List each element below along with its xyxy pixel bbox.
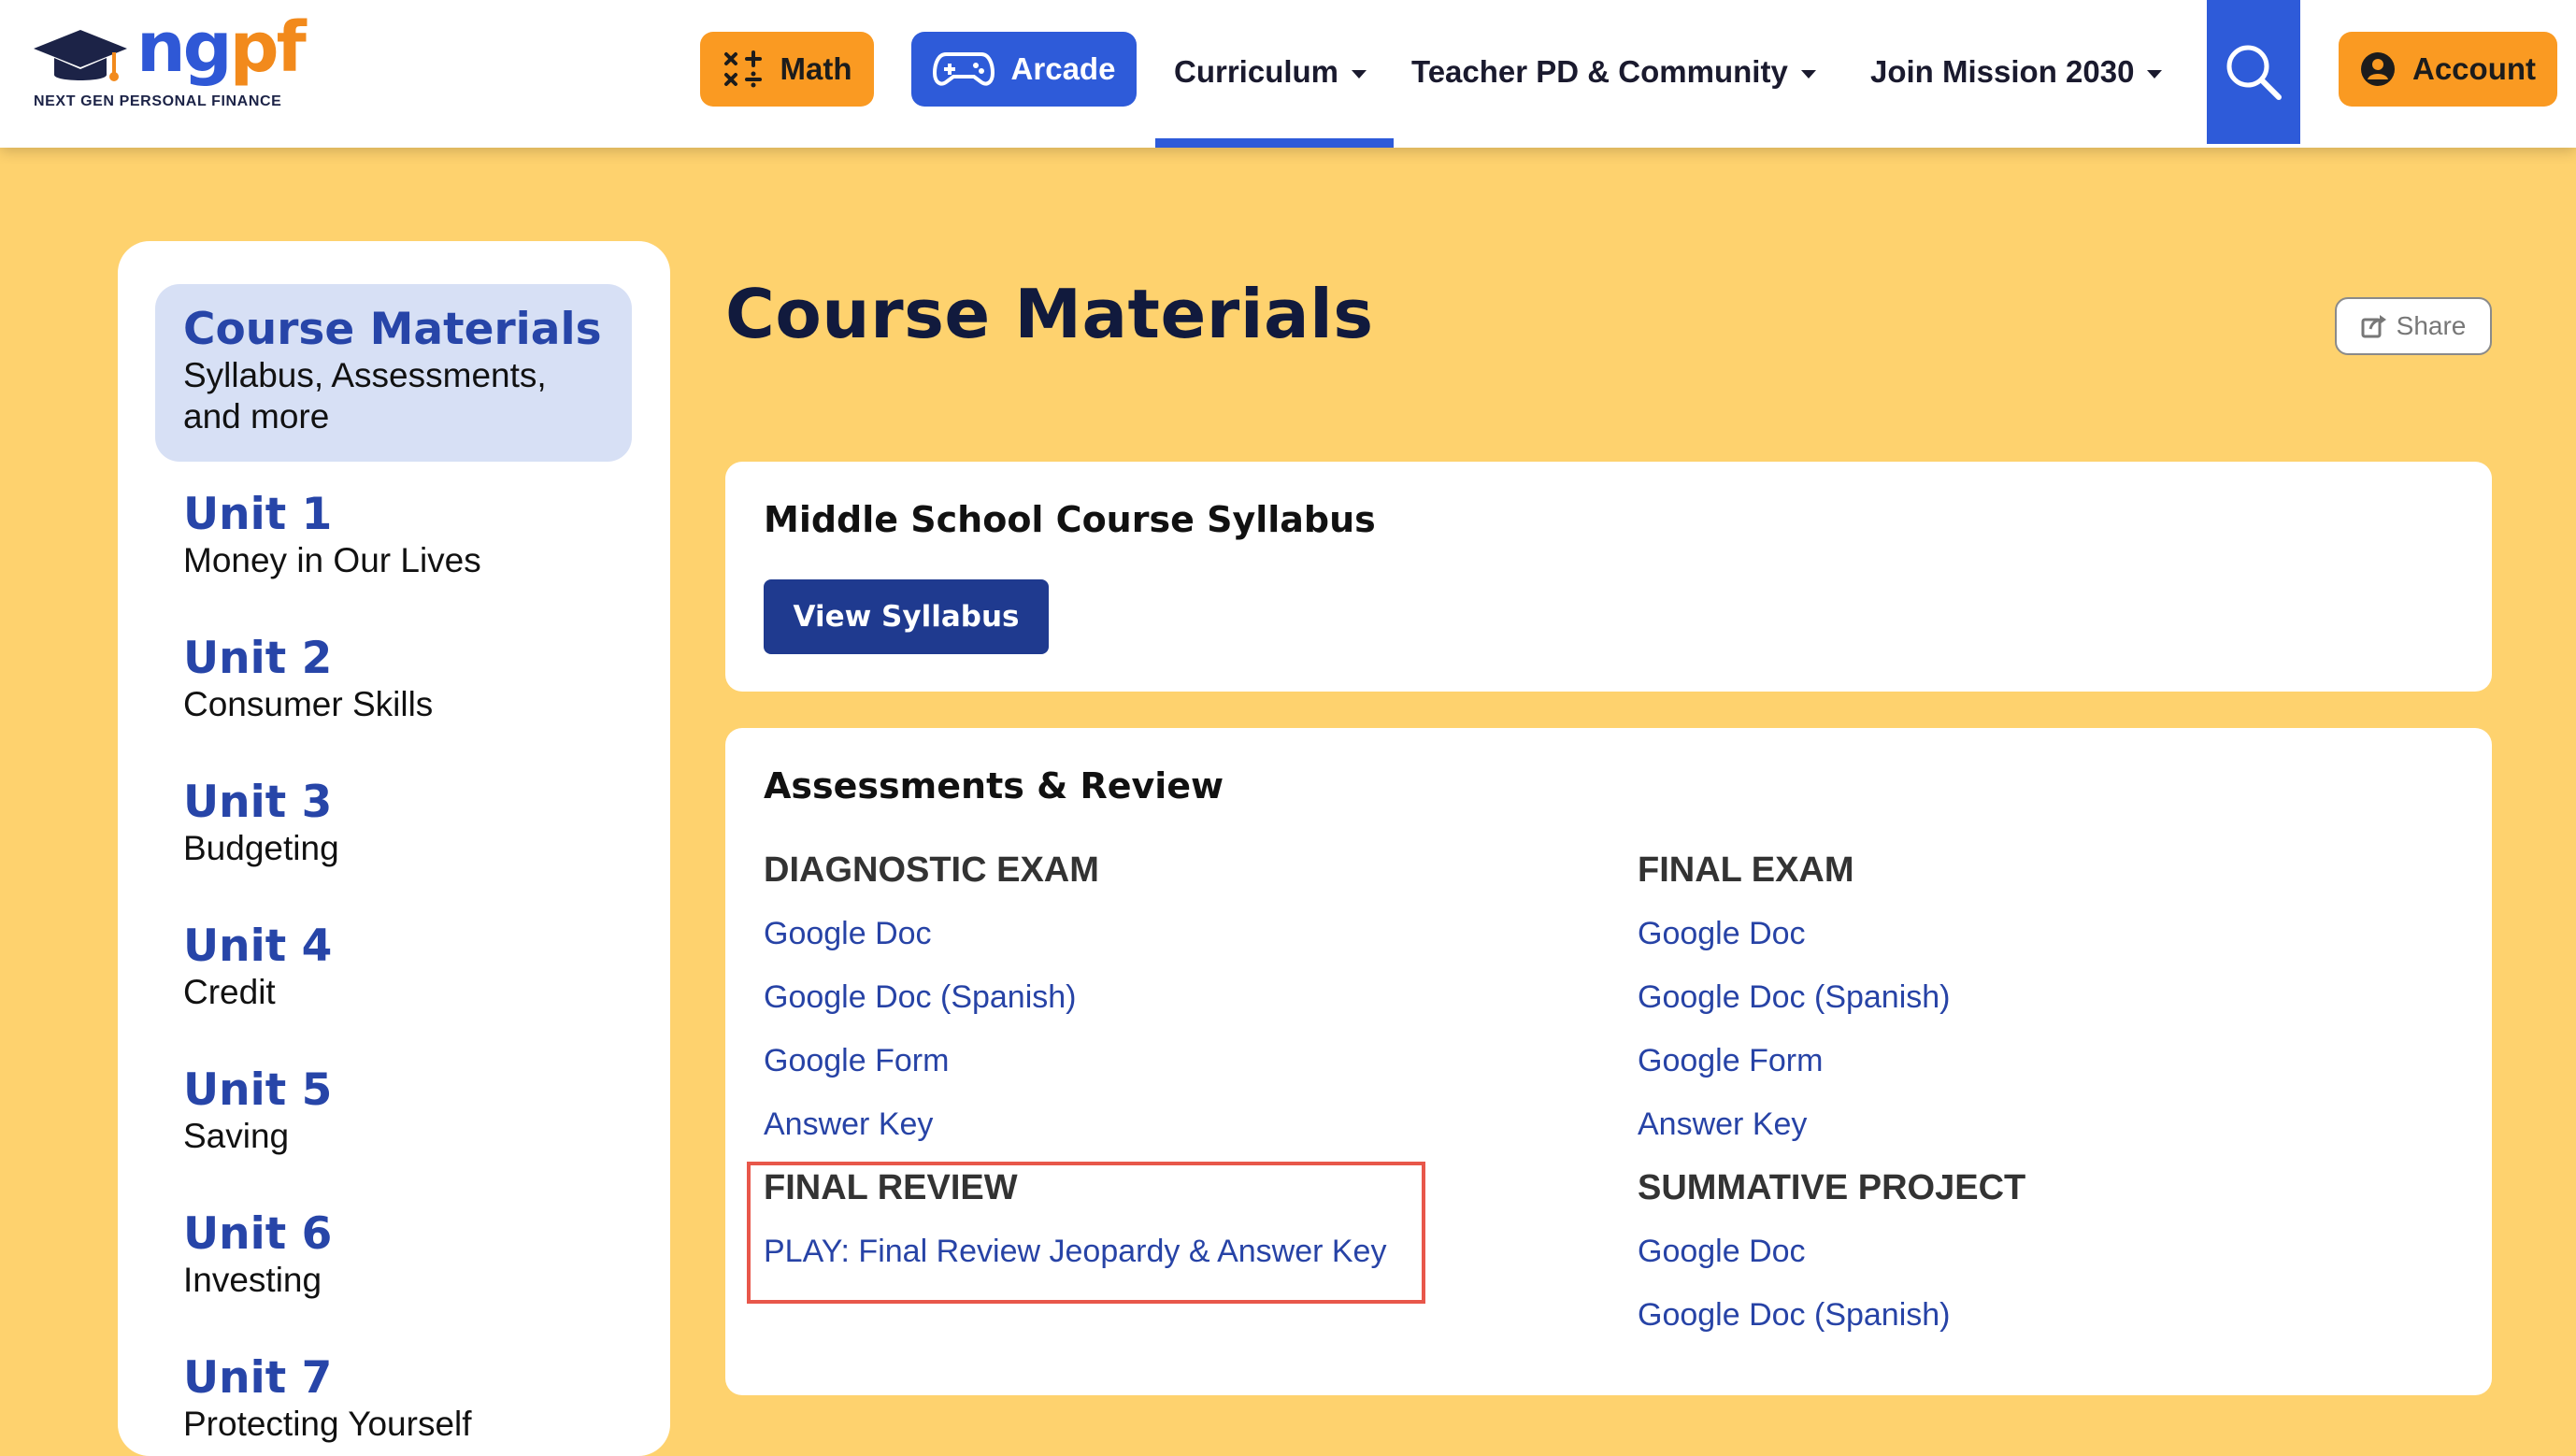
syllabus-card-title: Middle School Course Syllabus <box>764 499 1376 540</box>
sidebar-item-course-materials-text[interactable]: Course Materials Syllabus, Assessments, … <box>183 305 604 437</box>
diagnostic-google-doc-spanish-link[interactable]: Google Doc (Spanish) <box>764 965 1586 1029</box>
search-icon <box>2226 45 2282 100</box>
sidebar-item-unit-6[interactable]: Unit 6 Investing <box>183 1209 332 1301</box>
sidebar-item-subtitle: Consumer Skills <box>183 685 434 723</box>
assessments-right-column: FINAL EXAM Google Doc Google Doc (Spanis… <box>1638 838 2460 1347</box>
math-button[interactable]: Math <box>700 32 874 107</box>
final-exam-google-doc-link[interactable]: Google Doc <box>1638 902 2460 965</box>
final-review-heading: FINAL REVIEW <box>764 1168 1018 1207</box>
ngpf-logo[interactable]: ngpf NEXT GEN PERSONAL FINANCE <box>32 7 307 114</box>
final-exam-google-doc-spanish-link[interactable]: Google Doc (Spanish) <box>1638 965 2460 1029</box>
diagnostic-answer-key-link[interactable]: Answer Key <box>764 1092 1586 1156</box>
share-button[interactable]: Share <box>2335 297 2492 355</box>
arcade-label: Arcade <box>1010 51 1116 86</box>
search-button[interactable] <box>2207 0 2300 144</box>
sidebar-item-title: Unit 7 <box>183 1352 333 1404</box>
sidebar-item-title: Unit 5 <box>183 1064 333 1116</box>
sidebar-item-unit-5[interactable]: Unit 5 Saving <box>183 1065 332 1157</box>
account-label: Account <box>2412 51 2536 86</box>
math-label: Math <box>780 51 852 86</box>
nav-curriculum[interactable]: Curriculum <box>1174 49 1367 95</box>
sidebar-item-unit-2[interactable]: Unit 2 Consumer Skills <box>183 634 433 725</box>
diagnostic-google-form-link[interactable]: Google Form <box>764 1029 1586 1092</box>
sidebar-item-subtitle: Saving <box>183 1117 290 1155</box>
sidebar-item-title: Unit 4 <box>183 921 333 972</box>
assessments-card-title: Assessments & Review <box>764 765 1224 807</box>
sidebar-item-subtitle: Syllabus, Assessments, and more <box>183 356 547 435</box>
sidebar-item-subtitle: Budgeting <box>183 829 339 867</box>
sidebar-item-unit-1[interactable]: Unit 1 Money in Our Lives <box>183 490 481 581</box>
user-circle-icon <box>2361 52 2395 86</box>
assessments-left-column: DIAGNOSTIC EXAM Google Doc Google Doc (S… <box>764 838 1586 1283</box>
page-title: Course Materials <box>725 275 1374 353</box>
sidebar-item-title: Unit 6 <box>183 1208 333 1260</box>
top-navigation: ngpf NEXT GEN PERSONAL FINANCE Math Arca… <box>0 0 2576 148</box>
final-exam-heading: FINAL EXAM <box>1638 850 1854 890</box>
sidebar-item-unit-3[interactable]: Unit 3 Budgeting <box>183 778 339 869</box>
assessments-card: Assessments & Review DIAGNOSTIC EXAM Goo… <box>725 728 2492 1395</box>
summative-google-doc-link[interactable]: Google Doc <box>1638 1220 2460 1283</box>
sidebar-item-title: Unit 1 <box>183 489 333 540</box>
sidebar-item-unit-4[interactable]: Unit 4 Credit <box>183 921 332 1013</box>
sidebar-item-title: Unit 2 <box>183 633 333 684</box>
logo-wordmark: ngpf <box>136 7 307 88</box>
graduation-cap-icon <box>34 30 127 81</box>
logo-tagline: NEXT GEN PERSONAL FINANCE <box>34 93 282 109</box>
arcade-button[interactable]: Arcade <box>911 32 1137 107</box>
final-exam-answer-key-link[interactable]: Answer Key <box>1638 1092 2460 1156</box>
sidebar-item-subtitle: Investing <box>183 1261 322 1299</box>
sidebar-item-title: Course Materials <box>183 304 602 355</box>
nav-teacher-pd-community[interactable]: Teacher PD & Community <box>1411 49 1816 95</box>
summative-google-doc-spanish-link[interactable]: Google Doc (Spanish) <box>1638 1283 2460 1347</box>
chevron-down-icon <box>2147 69 2163 79</box>
final-review-jeopardy-link[interactable]: PLAY: Final Review Jeopardy & Answer Key <box>764 1220 1586 1283</box>
active-nav-indicator <box>1155 138 1394 148</box>
sidebar-item-subtitle: Protecting Yourself <box>183 1405 472 1443</box>
account-button[interactable]: Account <box>2339 32 2557 107</box>
gamepad-icon <box>932 52 995 86</box>
share-label: Share <box>2396 311 2467 340</box>
diagnostic-google-doc-link[interactable]: Google Doc <box>764 902 1586 965</box>
syllabus-card: Middle School Course Syllabus View Sylla… <box>725 462 2492 692</box>
course-sidebar: Course Materials Syllabus, Assessments, … <box>118 241 670 1456</box>
sidebar-item-unit-7[interactable]: Unit 7 Protecting Yourself <box>183 1353 472 1445</box>
sidebar-item-subtitle: Money in Our Lives <box>183 541 481 579</box>
diagnostic-exam-heading: DIAGNOSTIC EXAM <box>764 850 1099 890</box>
math-operators-icon <box>723 50 762 88</box>
share-icon <box>2361 315 2386 338</box>
sidebar-item-title: Unit 3 <box>183 777 333 828</box>
view-syllabus-button[interactable]: View Syllabus <box>764 579 1049 654</box>
sidebar-item-subtitle: Credit <box>183 973 276 1011</box>
summative-project-heading: SUMMATIVE PROJECT <box>1638 1168 2026 1207</box>
nav-join-mission-2030[interactable]: Join Mission 2030 <box>1870 49 2163 95</box>
final-exam-google-form-link[interactable]: Google Form <box>1638 1029 2460 1092</box>
chevron-down-icon <box>1352 69 1367 79</box>
chevron-down-icon <box>1800 69 1816 79</box>
